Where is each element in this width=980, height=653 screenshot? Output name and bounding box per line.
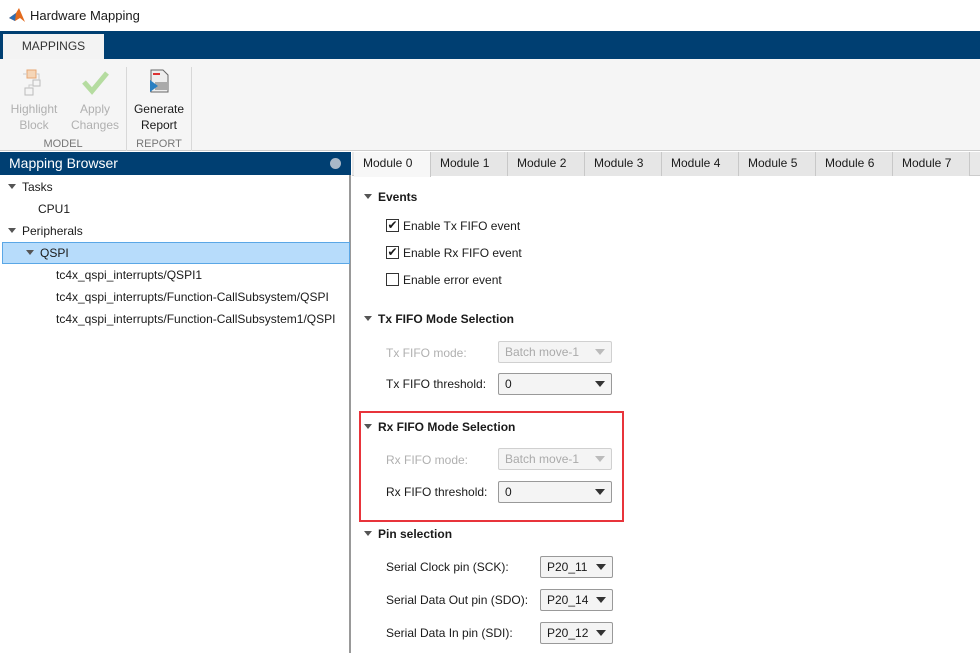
enable-tx-fifo-label: Enable Tx FIFO event	[403, 219, 521, 233]
rx-fifo-threshold-dropdown[interactable]: 0	[498, 481, 612, 503]
collapse-arrow-icon[interactable]	[364, 531, 372, 536]
sdo-pin-dropdown[interactable]: P20_14	[540, 589, 613, 611]
highlight-block-button[interactable]: Highlight Block	[5, 67, 63, 133]
section-title: Rx FIFO Mode Selection	[378, 420, 516, 434]
tree-item-peripherals[interactable]: Peripherals	[8, 224, 83, 238]
collapse-arrow-icon[interactable]	[364, 424, 372, 429]
dropdown-value: P20_11	[547, 560, 588, 574]
tree-item-block[interactable]: tc4x_qspi_interrupts/Function-CallSubsys…	[56, 312, 335, 326]
rx-fifo-mode-dropdown[interactable]: Batch move-1	[498, 448, 612, 470]
enable-rx-fifo-label: Enable Rx FIFO event	[403, 246, 522, 260]
dropdown-arrow-icon	[596, 597, 606, 603]
dropdown-arrow-icon	[595, 456, 605, 462]
sdi-pin-dropdown[interactable]: P20_12	[540, 622, 613, 644]
enable-error-checkbox[interactable]	[386, 273, 399, 286]
expand-arrow-icon[interactable]	[8, 228, 16, 233]
dropdown-arrow-icon	[596, 564, 606, 570]
report-icon	[150, 69, 169, 93]
highlight-block-label-1: Highlight	[10, 102, 58, 116]
tree-item-block[interactable]: tc4x_qspi_interrupts/QSPI1	[56, 268, 202, 282]
mapping-browser-header: Mapping Browser	[0, 152, 351, 175]
tab-module-1[interactable]: Module 1	[431, 152, 508, 176]
tx-fifo-mode-dropdown[interactable]: Batch move-1	[498, 341, 612, 363]
sck-pin-label: Serial Clock pin (SCK):	[386, 560, 509, 574]
dropdown-value: P20_12	[547, 626, 589, 640]
tree-item-tasks[interactable]: Tasks	[8, 180, 53, 194]
tree-item-label: Tasks	[22, 180, 53, 194]
dropdown-value: Batch move-1	[505, 345, 580, 359]
tree-item-label: Peripherals	[22, 224, 83, 238]
expand-arrow-icon[interactable]	[8, 184, 16, 189]
tx-fifo-threshold-label: Tx FIFO threshold:	[386, 377, 487, 391]
dropdown-value: Batch move-1	[505, 452, 580, 466]
generate-report-label-1: Generate	[133, 102, 185, 116]
checkmark-icon	[82, 71, 109, 95]
section-rx-fifo[interactable]: Rx FIFO Mode Selection	[364, 420, 515, 434]
sdi-pin-label: Serial Data In pin (SDI):	[386, 626, 513, 640]
tab-module-3[interactable]: Module 3	[585, 152, 662, 176]
ribbon-tab-bar	[0, 31, 980, 59]
collapse-arrow-icon[interactable]	[364, 316, 372, 321]
expand-arrow-icon[interactable]	[26, 250, 34, 255]
group-label-model: MODEL	[43, 138, 83, 150]
tree-item-cpu1[interactable]: CPU1	[38, 202, 70, 216]
tx-fifo-threshold-dropdown[interactable]: 0	[498, 373, 612, 395]
rx-fifo-mode-label: Rx FIFO mode:	[386, 453, 469, 467]
enable-tx-fifo-checkbox[interactable]: ✔	[386, 219, 399, 232]
apply-changes-label-2: Changes	[70, 118, 120, 132]
tab-module-2[interactable]: Module 2	[508, 152, 585, 176]
sck-pin-dropdown[interactable]: P20_11	[540, 556, 613, 578]
enable-rx-fifo-checkbox[interactable]: ✔	[386, 246, 399, 259]
highlight-block-icon	[23, 69, 41, 96]
section-title: Pin selection	[378, 527, 453, 541]
tab-module-6[interactable]: Module 6	[816, 152, 893, 176]
collapse-arrow-icon[interactable]	[364, 194, 372, 199]
highlight-block-label-2: Block	[19, 118, 49, 132]
dropdown-arrow-icon	[595, 381, 605, 387]
rx-fifo-threshold-label: Rx FIFO threshold:	[386, 485, 488, 499]
tab-module-0[interactable]: Module 0	[354, 152, 431, 177]
section-title: Tx FIFO Mode Selection	[378, 312, 515, 326]
dropdown-value: 0	[505, 485, 512, 499]
sdo-pin-label: Serial Data Out pin (SDO):	[386, 593, 529, 607]
window-title: Hardware Mapping	[30, 8, 140, 23]
section-title: Events	[378, 190, 418, 204]
dropdown-arrow-icon	[595, 489, 605, 495]
generate-report-label-2: Report	[140, 118, 178, 132]
dropdown-value: P20_14	[547, 593, 589, 607]
mapping-browser-title: Mapping Browser	[9, 155, 118, 171]
dropdown-arrow-icon	[595, 349, 605, 355]
generate-report-button[interactable]: Generate Report	[131, 67, 187, 133]
section-tx-fifo[interactable]: Tx FIFO Mode Selection	[364, 312, 514, 326]
tab-module-4[interactable]: Module 4	[662, 152, 739, 176]
enable-error-label: Enable error event	[403, 273, 502, 287]
group-divider	[191, 67, 192, 151]
title-bar: Hardware Mapping	[0, 0, 980, 31]
ribbon-toolbar: Highlight Block Apply Changes MODEL Gene…	[0, 59, 980, 151]
group-label-report: REPORT	[136, 138, 182, 150]
tab-module-5[interactable]: Module 5	[739, 152, 816, 176]
section-pin-selection[interactable]: Pin selection	[364, 527, 452, 541]
matlab-logo-icon	[9, 8, 25, 22]
tx-fifo-mode-label: Tx FIFO mode:	[386, 346, 467, 360]
dropdown-value: 0	[505, 377, 512, 391]
dropdown-arrow-icon	[596, 630, 606, 636]
tab-mappings[interactable]: MAPPINGS	[3, 34, 104, 59]
apply-changes-button[interactable]: Apply Changes	[68, 67, 122, 133]
tree-item-qspi[interactable]: QSPI	[26, 246, 69, 260]
tab-module-7[interactable]: Module 7	[893, 152, 970, 176]
module-tabs: Module 0 Module 1 Module 2 Module 3 Modu…	[352, 152, 980, 177]
apply-changes-label-1: Apply	[79, 102, 111, 116]
section-events[interactable]: Events	[364, 190, 417, 204]
tree-item-label: QSPI	[40, 246, 69, 260]
tree-item-block[interactable]: tc4x_qspi_interrupts/Function-CallSubsys…	[56, 290, 329, 304]
panel-menu-icon[interactable]	[330, 158, 341, 169]
